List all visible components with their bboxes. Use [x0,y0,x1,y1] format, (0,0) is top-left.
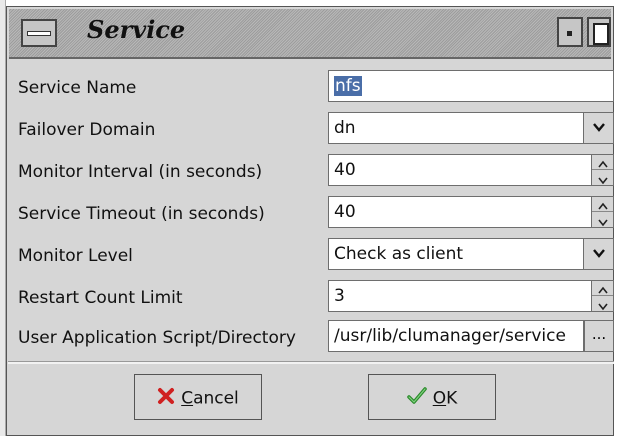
script-directory-label: User Application Script/Directory [18,328,296,348]
service-name-label: Service Name [18,78,137,98]
spin-down-icon[interactable] [592,212,613,227]
spin-up-icon[interactable] [592,155,613,170]
restart-count-spinner[interactable] [591,281,613,311]
cancel-x-icon [157,387,175,410]
monitor-level-label: Monitor Level [18,246,133,266]
window-menu-button[interactable] [21,19,57,47]
monitor-interval-spinbox[interactable]: 40 [328,154,614,186]
window-title: Service [87,15,186,44]
failover-domain-value: dn [334,118,356,138]
monitor-interval-label: Monitor Interval (in seconds) [18,162,263,182]
service-name-value: nfs [334,76,362,96]
service-timeout-label: Service Timeout (in seconds) [18,204,265,224]
monitor-interval-spinner[interactable] [591,155,613,185]
browse-button[interactable]: ... [584,320,614,352]
failover-domain-combo[interactable]: dn [328,112,614,144]
failover-domain-dropdown-button[interactable] [583,113,613,143]
title-bar[interactable]: Service [9,9,611,59]
ok-label: OK [432,388,458,409]
spin-down-icon[interactable] [592,296,613,311]
service-name-input[interactable]: nfs [328,70,614,102]
monitor-level-value: Check as client [334,244,464,264]
cancel-label: Cancel [181,388,239,409]
restart-count-label: Restart Count Limit [18,288,183,308]
maximize-icon [593,23,609,45]
spin-up-icon[interactable] [592,197,613,212]
checkmark-icon [406,387,427,410]
chevron-down-icon [592,249,605,258]
minimize-icon [567,31,572,36]
divider [8,361,614,364]
script-directory-value: /usr/lib/clumanager/service [334,326,566,346]
restart-count-spinbox[interactable]: 3 [328,280,614,312]
spin-up-icon[interactable] [592,281,613,296]
chevron-down-icon [592,123,605,132]
ok-button[interactable]: OK [368,374,496,420]
service-timeout-value: 40 [334,202,356,222]
monitor-level-dropdown-button[interactable] [583,239,613,269]
spin-down-icon[interactable] [592,170,613,185]
minimize-button[interactable] [557,17,583,47]
script-directory-input[interactable]: /usr/lib/clumanager/service [328,320,584,352]
service-timeout-spinbox[interactable]: 40 [328,196,614,228]
failover-domain-label: Failover Domain [18,120,156,140]
menu-bar-icon [27,31,51,36]
monitor-interval-value: 40 [334,160,356,180]
monitor-level-combo[interactable]: Check as client [328,238,614,270]
restart-count-value: 3 [334,286,345,306]
cancel-button[interactable]: Cancel [134,374,262,420]
maximize-button[interactable] [587,17,611,47]
service-timeout-spinner[interactable] [591,197,613,227]
